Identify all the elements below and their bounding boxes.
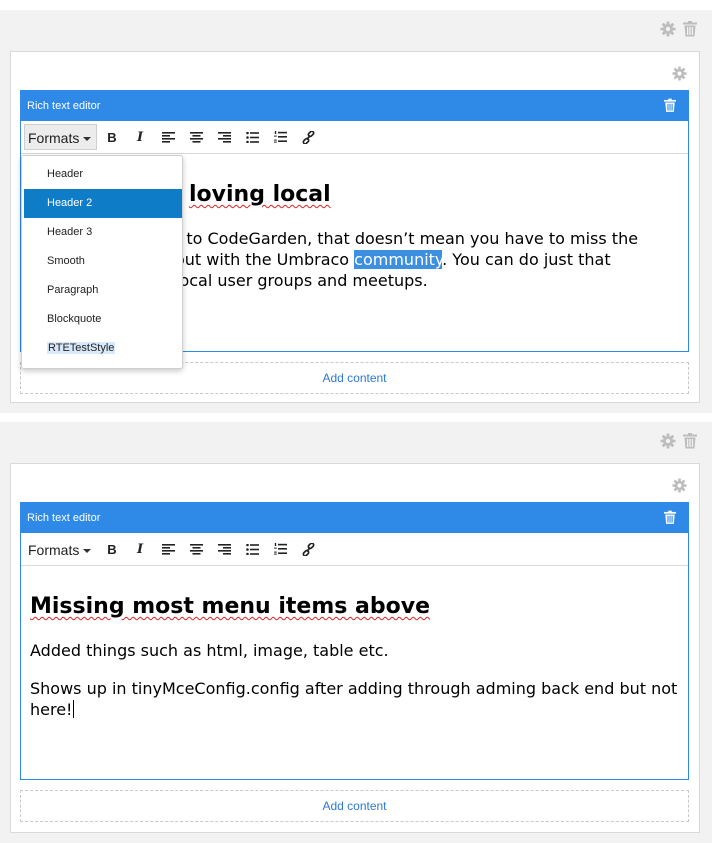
align-left-icon xyxy=(161,131,175,143)
numbered-list-icon xyxy=(273,543,287,555)
editor-toolbar: Formats B I xyxy=(21,121,688,154)
italic-button[interactable]: I xyxy=(127,125,153,149)
link-icon xyxy=(302,130,314,144)
content-heading: Missing most menu items above xyxy=(30,594,430,619)
gear-icon[interactable] xyxy=(660,433,676,449)
numbered-list-button[interactable] xyxy=(267,125,293,149)
editor-content[interactable]: Missing most menu items above Added thin… xyxy=(30,583,680,773)
align-left-button[interactable] xyxy=(155,125,181,149)
bold-icon: B xyxy=(107,541,117,557)
bold-button[interactable]: B xyxy=(99,537,125,561)
bold-icon: B xyxy=(107,129,117,145)
add-content-button[interactable]: Add content xyxy=(20,790,689,822)
numbered-list-button[interactable] xyxy=(267,537,293,561)
editor-title: Rich text editor xyxy=(27,100,101,112)
menu-item-header-2[interactable]: Header 2 xyxy=(24,189,182,218)
align-right-button[interactable] xyxy=(211,537,237,561)
trash-icon[interactable] xyxy=(683,433,697,449)
numbered-list-icon xyxy=(273,131,287,143)
align-center-button[interactable] xyxy=(183,125,209,149)
formats-dropdown-button[interactable]: Formats xyxy=(24,536,97,562)
menu-item-header-3[interactable]: Header 3 xyxy=(24,218,182,247)
align-center-button[interactable] xyxy=(183,537,209,561)
rich-text-editor: Rich text editor Formats B I Missing mos… xyxy=(20,502,689,780)
editor-title: Rich text editor xyxy=(27,512,101,524)
selected-text: community xyxy=(354,250,443,269)
align-center-icon xyxy=(189,543,203,555)
trash-icon[interactable] xyxy=(664,98,676,113)
italic-button[interactable]: I xyxy=(127,537,153,561)
align-right-button[interactable] xyxy=(211,125,237,149)
italic-icon: I xyxy=(136,541,144,557)
trash-icon[interactable] xyxy=(664,510,676,525)
editor-toolbar: Formats B I xyxy=(21,533,688,566)
chevron-down-icon xyxy=(83,549,92,554)
align-right-icon xyxy=(217,543,231,555)
link-icon xyxy=(302,542,314,556)
content-paragraph-1: Added things such as html, image, table … xyxy=(30,641,389,660)
align-left-button[interactable] xyxy=(155,537,181,561)
menu-item-paragraph[interactable]: Paragraph xyxy=(24,276,182,305)
content-heading: loving local xyxy=(189,182,331,207)
link-button[interactable] xyxy=(295,537,321,561)
editor-header: Rich text editor xyxy=(21,91,688,121)
bullet-list-icon xyxy=(245,543,259,555)
bullet-list-button[interactable] xyxy=(239,125,265,149)
link-button[interactable] xyxy=(295,125,321,149)
trash-icon[interactable] xyxy=(683,21,697,37)
text-cursor xyxy=(73,700,75,718)
menu-item-smooth[interactable]: Smooth xyxy=(24,247,182,276)
bullet-list-icon xyxy=(245,131,259,143)
formats-dropdown-button[interactable]: Formats xyxy=(24,124,97,150)
content-paragraph: t to CodeGarden, that doesn’t mean you h… xyxy=(175,229,639,290)
content-paragraph-2: Shows up in tinyMceConfig.config after a… xyxy=(30,679,678,719)
menu-item-header[interactable]: Header xyxy=(24,160,182,189)
italic-icon: I xyxy=(136,129,144,145)
bullet-list-button[interactable] xyxy=(239,537,265,561)
formats-menu: Header Header 2 Header 3 Smooth Paragrap… xyxy=(21,155,183,369)
align-left-icon xyxy=(161,543,175,555)
bold-button[interactable]: B xyxy=(99,125,125,149)
chevron-down-icon xyxy=(83,137,92,142)
align-right-icon xyxy=(217,131,231,143)
gear-icon[interactable] xyxy=(672,478,687,493)
gear-icon[interactable] xyxy=(672,66,687,81)
align-center-icon xyxy=(189,131,203,143)
row-actions xyxy=(660,21,700,37)
row-actions xyxy=(660,433,700,449)
gear-icon[interactable] xyxy=(660,21,676,37)
editor-header: Rich text editor xyxy=(21,503,688,533)
menu-item-rtetest-style[interactable]: RTETestStyle xyxy=(24,334,182,363)
menu-item-blockquote[interactable]: Blockquote xyxy=(24,305,182,334)
